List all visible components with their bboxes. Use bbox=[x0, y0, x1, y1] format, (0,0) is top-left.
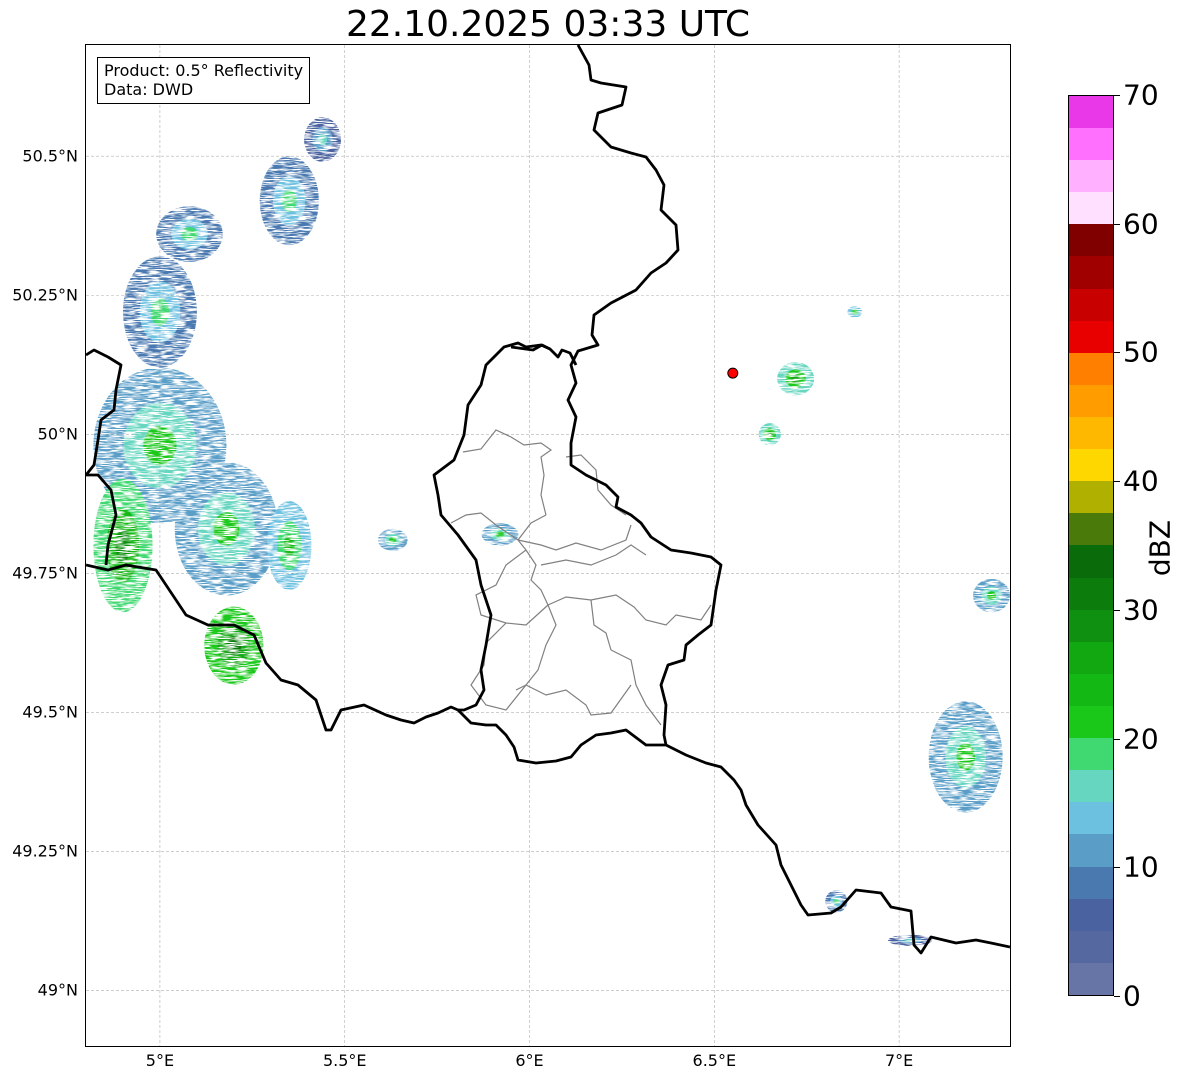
colorbar-tick-mark bbox=[1114, 223, 1120, 225]
colorbar-segment bbox=[1069, 288, 1113, 321]
lat-tick-label: 50°N bbox=[37, 424, 78, 444]
map-panel[interactable] bbox=[86, 45, 1010, 1046]
lon-tick-label: 6°E bbox=[515, 1051, 544, 1070]
radar-echo bbox=[115, 528, 131, 563]
radar-echo bbox=[143, 425, 177, 465]
colorbar-segment bbox=[1069, 770, 1113, 803]
colorbar-tick-label: 40 bbox=[1123, 464, 1159, 498]
product-info-box: Product: 0.5° Reflectivity Data: DWD bbox=[97, 57, 311, 104]
colorbar-tick-mark bbox=[1114, 867, 1120, 869]
radar-echo bbox=[213, 512, 240, 546]
radar-echoes bbox=[93, 117, 1010, 946]
lat-tick-label: 50.5°N bbox=[22, 146, 78, 166]
colorbar-segment bbox=[1069, 352, 1113, 385]
colorbar-segment bbox=[1069, 384, 1113, 418]
lat-tick-label: 49°N bbox=[37, 980, 78, 1000]
colorbar-segment bbox=[1069, 930, 1113, 963]
colorbar-segment bbox=[1069, 224, 1113, 257]
radar-echo bbox=[986, 591, 997, 600]
colorbar-tick-label: 30 bbox=[1123, 593, 1159, 627]
colorbar-tick-label: 60 bbox=[1123, 207, 1159, 241]
colorbar-tick-label: 0 bbox=[1123, 979, 1141, 1013]
radar-echo bbox=[852, 310, 857, 314]
lat-tick-label: 50.25°N bbox=[12, 285, 78, 305]
radar-echo bbox=[766, 431, 773, 438]
radar-echo bbox=[283, 534, 295, 557]
colorbar-segment bbox=[1069, 962, 1113, 995]
colorbar-segment bbox=[1069, 834, 1113, 867]
colorbar-segment bbox=[1069, 802, 1113, 835]
data-source-label: Data: DWD bbox=[104, 80, 194, 99]
district-borders bbox=[450, 429, 712, 726]
colorbar-segment bbox=[1069, 192, 1113, 225]
lat-tick-label: 49.25°N bbox=[12, 841, 78, 861]
colorbar-segment bbox=[1069, 738, 1113, 771]
colorbar-tick-label: 70 bbox=[1123, 78, 1159, 112]
colorbar-tick-mark bbox=[1114, 738, 1120, 740]
radar-echo bbox=[317, 133, 328, 146]
colorbar-title: dBZ bbox=[1143, 519, 1177, 577]
colorbar-tick-label: 10 bbox=[1123, 850, 1159, 884]
colorbar-tick-mark bbox=[1114, 95, 1120, 96]
map-title: 22.10.2025 03:33 UTC bbox=[345, 4, 751, 45]
colorbar-tick-mark bbox=[1114, 481, 1120, 483]
colorbar bbox=[1068, 95, 1114, 996]
colorbar-segment bbox=[1069, 898, 1113, 931]
site-marker bbox=[727, 367, 739, 379]
radar-echo bbox=[150, 298, 170, 326]
colorbar-segment bbox=[1069, 128, 1113, 161]
colorbar-segment bbox=[1069, 160, 1113, 193]
colorbar-tick-label: 50 bbox=[1123, 335, 1159, 369]
colorbar-tick-mark bbox=[1114, 352, 1120, 354]
colorbar-segment bbox=[1069, 417, 1113, 450]
lon-tick-label: 5°E bbox=[145, 1051, 175, 1070]
colorbar-segment bbox=[1069, 641, 1113, 674]
colorbar-tick-label: 20 bbox=[1123, 722, 1159, 756]
colorbar-tick-mark bbox=[1114, 609, 1120, 611]
colorbar-segment bbox=[1069, 95, 1113, 129]
colorbar-segment bbox=[1069, 609, 1113, 642]
radar-echo bbox=[281, 189, 297, 212]
colorbar-segment bbox=[1069, 513, 1113, 546]
lon-tick-label: 5.5°E bbox=[322, 1051, 367, 1070]
colorbar-segment bbox=[1069, 706, 1113, 739]
radar-echo bbox=[389, 537, 397, 543]
radar-echo bbox=[226, 635, 242, 656]
lon-tick-label: 7°E bbox=[884, 1051, 914, 1070]
colorbar-tick-mark bbox=[1114, 996, 1120, 997]
colorbar-segment bbox=[1069, 866, 1113, 899]
product-label: Product: 0.5° Reflectivity bbox=[104, 61, 304, 80]
radar-echo bbox=[791, 374, 801, 383]
colorbar-segment bbox=[1069, 577, 1113, 610]
radar-echo bbox=[181, 227, 198, 242]
colorbar-segment bbox=[1069, 673, 1113, 707]
colorbar-segment bbox=[1069, 256, 1113, 289]
colorbar-segment bbox=[1069, 320, 1113, 353]
location-marker bbox=[727, 367, 739, 379]
radar-echo bbox=[495, 531, 505, 538]
colorbar-segment bbox=[1069, 449, 1113, 482]
lat-tick-label: 49.75°N bbox=[12, 563, 78, 583]
colorbar-segment bbox=[1069, 481, 1113, 514]
colorbar-segment bbox=[1069, 545, 1113, 578]
lon-tick-label: 6.5°E bbox=[692, 1051, 737, 1070]
lat-tick-label: 49.5°N bbox=[22, 702, 78, 722]
radar-map[interactable] bbox=[86, 45, 1010, 1046]
radar-echo bbox=[956, 742, 975, 771]
radar-echo bbox=[833, 898, 840, 905]
